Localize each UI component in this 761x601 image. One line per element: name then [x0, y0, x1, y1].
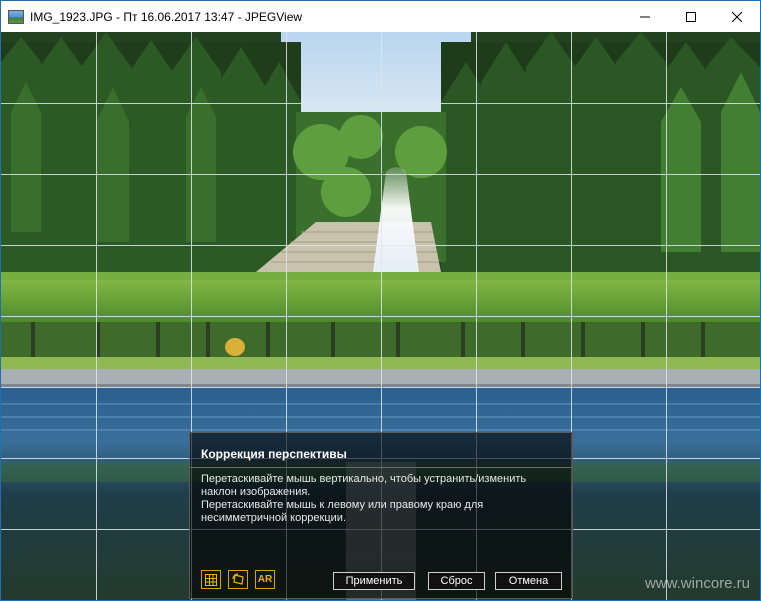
grid-icon — [205, 573, 217, 586]
minimize-button[interactable] — [622, 1, 668, 32]
perspective-correction-panel: Коррекция перспективы Перетаскивайте мыш… — [189, 432, 573, 599]
instruction-line: несимметричной коррекции. — [201, 512, 347, 524]
jpegview-window: IMG_1923.JPG - Пт 16.06.2017 13:47 - JPE… — [0, 0, 761, 601]
auto-crop-button[interactable] — [228, 570, 248, 589]
image-viewport[interactable]: Коррекция перспективы Перетаскивайте мыш… — [1, 32, 760, 600]
window-title: IMG_1923.JPG - Пт 16.06.2017 13:47 - JPE… — [30, 9, 303, 24]
grid-toggle-button[interactable] — [201, 570, 221, 589]
instruction-line: Перетаскивайте мышь вертикально, чтобы у… — [201, 473, 527, 485]
panel-instructions: Перетаскивайте мышь вертикально, чтобы у… — [201, 473, 561, 525]
apply-button[interactable]: Применить — [333, 572, 415, 590]
instruction-line: Перетаскивайте мышь к левому или правому… — [201, 499, 484, 511]
maximize-icon — [686, 11, 696, 22]
window-controls — [622, 1, 760, 32]
cancel-button[interactable]: Отмена — [495, 572, 562, 590]
app-icon[interactable] — [8, 9, 24, 24]
close-icon — [732, 11, 742, 22]
watermark: www.wincore.ru — [644, 575, 750, 592]
minimize-icon — [640, 16, 650, 17]
instruction-line: наклон изображения. — [201, 486, 311, 498]
ar-label: AR — [257, 574, 273, 585]
panel-title: Коррекция перспективы — [201, 447, 347, 461]
close-button[interactable] — [714, 1, 760, 32]
aspect-ratio-button[interactable]: AR — [255, 570, 275, 589]
title-bar[interactable]: IMG_1923.JPG - Пт 16.06.2017 13:47 - JPE… — [1, 1, 760, 32]
panel-divider — [190, 467, 572, 468]
maximize-button[interactable] — [668, 1, 714, 32]
rotate-icon — [231, 573, 244, 585]
reset-button[interactable]: Сброс — [428, 572, 485, 590]
